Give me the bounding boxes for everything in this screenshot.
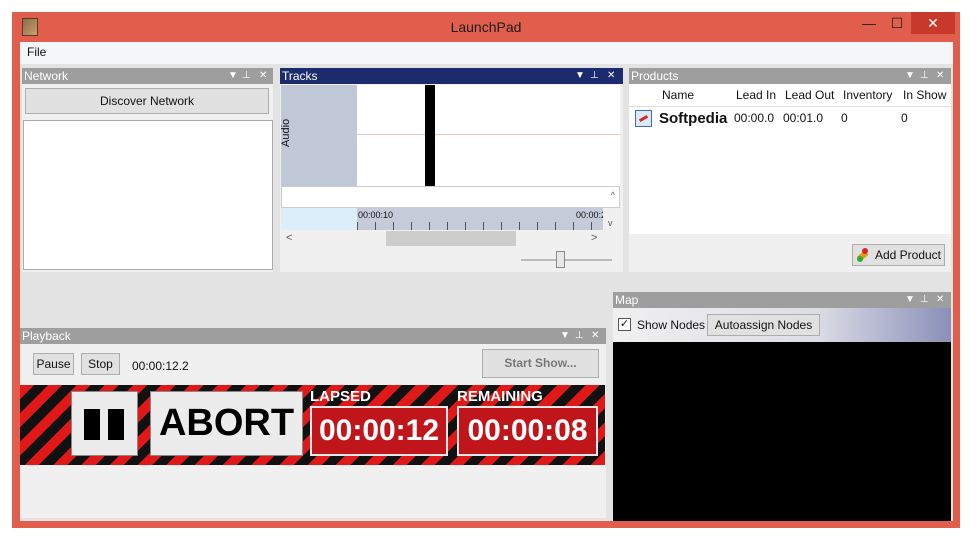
- product-in-show: 0: [901, 111, 908, 125]
- zoom-slider-track[interactable]: [521, 259, 612, 261]
- ruler-start-label: 00:00:10: [358, 210, 394, 220]
- panel-dropdown-icon[interactable]: ▼: [575, 68, 585, 84]
- track-canvas[interactable]: [357, 85, 620, 186]
- discover-network-button[interactable]: Discover Network: [25, 88, 269, 114]
- elapsed-time-readout: 00:00:12.2: [132, 359, 189, 373]
- scroll-left-icon[interactable]: <: [286, 232, 292, 244]
- ruler-ticks: [357, 222, 603, 230]
- map-canvas[interactable]: [613, 342, 951, 521]
- scroll-right-icon[interactable]: >: [591, 232, 597, 244]
- lapsed-time-display: 00:00:12: [310, 406, 448, 456]
- time-ruler[interactable]: 00:00:10 00:00:2: [357, 208, 607, 230]
- product-name: Softpedia: [659, 110, 728, 127]
- tracks-panel-title: Tracks: [282, 69, 318, 83]
- add-product-button[interactable]: Add Product: [852, 244, 945, 266]
- panel-dropdown-icon[interactable]: ▼: [905, 68, 915, 84]
- remaining-time-display: 00:00:08: [457, 406, 598, 456]
- playback-panel-title: Playback: [22, 329, 71, 343]
- panel-close-icon[interactable]: ✕: [936, 68, 944, 84]
- network-panel-header: Network ▼ ⊥ ✕: [22, 68, 273, 84]
- network-panel: Network ▼ ⊥ ✕ Discover Network: [22, 68, 273, 272]
- menu-file[interactable]: File: [27, 45, 46, 59]
- pause-big-button[interactable]: [71, 391, 138, 456]
- pause-bar-left: [84, 409, 100, 440]
- map-toolbar: ✓ Show Nodes Autoassign Nodes: [613, 308, 951, 342]
- track-header: Audio: [280, 85, 357, 186]
- panel-pin-icon[interactable]: ⊥: [920, 292, 929, 308]
- scroll-thumb[interactable]: [386, 231, 516, 246]
- playback-panel-header: Playback ▼ ⊥ ✕: [20, 328, 606, 344]
- column-header-lead-in[interactable]: Lead In: [736, 88, 776, 102]
- network-panel-title: Network: [24, 69, 69, 83]
- tracks-panel: Tracks ▼ ⊥ ✕ Audio ^ 00:00:10 00:00:2 v …: [280, 68, 623, 272]
- panel-dropdown-icon[interactable]: ▼: [560, 328, 570, 344]
- table-row[interactable]: Softpedia 00:00.0 00:01.0 0 0: [629, 107, 951, 131]
- add-product-label: Add Product: [874, 248, 941, 262]
- maximize-button[interactable]: ☐: [883, 12, 911, 34]
- minimize-button[interactable]: —: [855, 12, 883, 34]
- stop-button[interactable]: Stop: [81, 353, 120, 375]
- launchpad-window: LaunchPad — ☐ ✕ File Network ▼ ⊥ ✕ Disco…: [12, 12, 960, 528]
- scroll-up-icon[interactable]: ^: [611, 190, 615, 200]
- column-header-name[interactable]: Name: [662, 88, 694, 102]
- panel-dropdown-icon[interactable]: ▼: [905, 292, 915, 308]
- panel-pin-icon[interactable]: ⊥: [575, 328, 584, 344]
- playhead[interactable]: [425, 85, 435, 186]
- panel-close-icon[interactable]: ✕: [936, 292, 944, 308]
- products-panel-title: Products: [631, 69, 679, 83]
- panel-pin-icon[interactable]: ⊥: [242, 68, 251, 84]
- product-inventory: 0: [841, 111, 848, 125]
- column-header-inventory[interactable]: Inventory: [843, 88, 892, 102]
- panel-close-icon[interactable]: ✕: [607, 68, 615, 84]
- products-panel-header: Products ▼ ⊥ ✕: [629, 68, 951, 84]
- close-button[interactable]: ✕: [911, 12, 955, 34]
- panel-pin-icon[interactable]: ⊥: [590, 68, 599, 84]
- panel-close-icon[interactable]: ✕: [259, 68, 267, 84]
- horizontal-scrollbar[interactable]: < >: [281, 230, 620, 247]
- lapsed-label: LAPSED: [310, 388, 371, 405]
- products-grid[interactable]: Name Lead In Lead Out Inventory In Show …: [629, 84, 951, 234]
- show-nodes-label: Show Nodes: [637, 318, 706, 332]
- panel-pin-icon[interactable]: ⊥: [920, 68, 929, 84]
- window-title: LaunchPad: [450, 19, 522, 35]
- map-panel-title: Map: [615, 293, 639, 307]
- menu-bar: File: [20, 42, 953, 64]
- pause-button[interactable]: Pause: [33, 353, 74, 375]
- product-icon: [635, 110, 652, 127]
- pause-bar-right: [108, 409, 124, 440]
- vertical-scrollbar[interactable]: v: [603, 208, 620, 230]
- network-list[interactable]: [23, 120, 273, 270]
- product-lead-out: 00:01.0: [783, 111, 824, 125]
- autoassign-nodes-button[interactable]: Autoassign Nodes: [707, 314, 820, 336]
- scroll-down-icon[interactable]: v: [608, 218, 613, 228]
- column-header-lead-out[interactable]: Lead Out: [785, 88, 834, 102]
- panel-dropdown-icon[interactable]: ▼: [228, 68, 238, 84]
- map-panel-header: Map ▼ ⊥ ✕: [613, 292, 951, 308]
- client-area: File Network ▼ ⊥ ✕ Discover Network Trac…: [20, 42, 953, 521]
- remaining-label: REMAINING: [457, 388, 543, 405]
- show-nodes-checkbox[interactable]: ✓: [618, 318, 631, 331]
- playback-panel: Playback ▼ ⊥ ✕ Pause Stop 00:00:12.2 Sta…: [20, 328, 606, 518]
- audio-waveform-line: [357, 134, 620, 135]
- abort-button[interactable]: ABORT: [150, 391, 303, 456]
- products-panel: Products ▼ ⊥ ✕ Name Lead In Lead Out Inv…: [629, 68, 951, 272]
- product-lead-in: 00:00.0: [734, 111, 775, 125]
- ruler-header: [281, 208, 357, 230]
- map-panel: Map ▼ ⊥ ✕ ✓ Show Nodes Autoassign Nodes: [613, 292, 951, 521]
- panel-close-icon[interactable]: ✕: [591, 328, 599, 344]
- column-header-in-show[interactable]: In Show: [903, 88, 946, 102]
- ruler-end-label: 00:00:2: [576, 210, 607, 220]
- title-bar[interactable]: LaunchPad — ☐ ✕: [12, 12, 960, 42]
- track-spacer: ^: [281, 186, 620, 208]
- start-show-button[interactable]: Start Show...: [482, 349, 599, 378]
- zoom-slider-thumb[interactable]: [556, 251, 565, 268]
- add-product-icon: [856, 248, 871, 262]
- tracks-panel-header: Tracks ▼ ⊥ ✕: [280, 68, 623, 84]
- track-label-audio: Audio: [280, 118, 292, 147]
- products-grid-header: Name Lead In Lead Out Inventory In Show: [629, 84, 951, 107]
